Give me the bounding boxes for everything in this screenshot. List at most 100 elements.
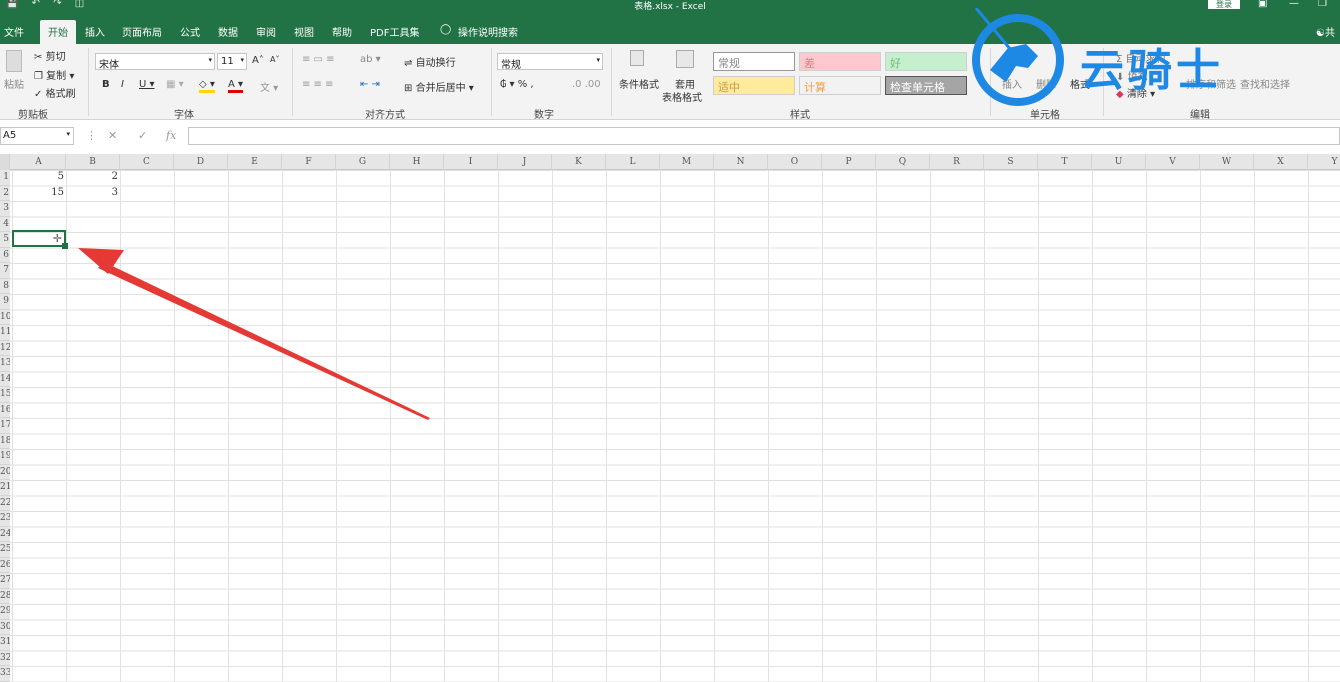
restore-icon[interactable]: ❐ [1318, 0, 1327, 9]
cell-B2[interactable]: 3 [66, 187, 118, 198]
column-header-x[interactable]: X [1254, 154, 1308, 170]
bold-button[interactable]: B [102, 79, 110, 90]
conditional-format-icon[interactable] [630, 50, 644, 66]
row-header-13[interactable]: 13 [0, 356, 10, 372]
cell-B1[interactable]: 2 [66, 171, 118, 182]
decimal-icon[interactable]: .0 .00 [572, 79, 601, 90]
font-color-icon[interactable]: A ▾ [228, 79, 244, 93]
select-all-corner[interactable] [0, 154, 10, 170]
row-header-32[interactable]: 32 [0, 650, 10, 666]
style-neutral[interactable]: 适中 [713, 76, 795, 95]
row-header-29[interactable]: 29 [0, 604, 10, 620]
row-header-4[interactable]: 4 [0, 216, 10, 232]
style-check-cell[interactable]: 检查单元格 [885, 76, 967, 95]
tab-page-layout[interactable]: 页面布局 [122, 24, 162, 39]
column-header-m[interactable]: M [660, 154, 714, 170]
format-as-table-label-2[interactable]: 表格格式 [662, 89, 702, 104]
row-header-17[interactable]: 17 [0, 418, 10, 434]
column-header-p[interactable]: P [822, 154, 876, 170]
format-painter-button[interactable]: ✓ 格式刷 [34, 85, 76, 100]
row-header-5[interactable]: 5 [0, 232, 10, 248]
border-icon[interactable]: ▦ ▾ [166, 79, 184, 90]
cancel-icon[interactable]: ✕ [108, 129, 117, 142]
column-header-j[interactable]: J [498, 154, 552, 170]
column-header-n[interactable]: N [714, 154, 768, 170]
style-calculation[interactable]: 计算 [799, 76, 881, 95]
cell-A1[interactable]: 5 [12, 171, 64, 182]
row-header-20[interactable]: 20 [0, 464, 10, 480]
font-name-select[interactable]: 宋体 ▾ [95, 53, 215, 71]
column-header-g[interactable]: G [336, 154, 390, 170]
align-top-icon[interactable]: ≡ ▭ ≡ [302, 54, 335, 65]
number-format-select[interactable]: 常规 ▾ [497, 53, 603, 71]
phonetic-icon[interactable]: 文 ▾ [260, 79, 278, 94]
column-header-l[interactable]: L [606, 154, 660, 170]
tab-file[interactable]: 文件 [4, 24, 24, 39]
row-header-1[interactable]: 1 [0, 170, 10, 186]
row-header-18[interactable]: 18 [0, 433, 10, 449]
tell-me-search[interactable]: 操作说明搜索 [458, 24, 518, 39]
fill-handle[interactable] [62, 243, 68, 249]
row-header-23[interactable]: 23 [0, 511, 10, 527]
orientation-icon[interactable]: ab ▾ [360, 54, 381, 65]
cut-button[interactable]: ✂ 剪切 [34, 48, 66, 63]
tab-formulas[interactable]: 公式 [180, 24, 200, 39]
row-header-2[interactable]: 2 [0, 185, 10, 201]
tab-insert[interactable]: 插入 [85, 24, 105, 39]
row-header-11[interactable]: 11 [0, 325, 10, 341]
column-header-b[interactable]: B [66, 154, 120, 170]
column-header-y[interactable]: Y [1308, 154, 1340, 170]
row-header-26[interactable]: 26 [0, 557, 10, 573]
column-header-c[interactable]: C [120, 154, 174, 170]
fill-color-icon[interactable]: ◇ ▾ [199, 79, 215, 93]
column-header-f[interactable]: F [282, 154, 336, 170]
column-header-s[interactable]: S [984, 154, 1038, 170]
tab-review[interactable]: 审阅 [256, 24, 276, 39]
row-header-22[interactable]: 22 [0, 495, 10, 511]
paste-button[interactable]: 粘贴 [4, 76, 24, 91]
copy-button[interactable]: ❐ 复制 ▾ [34, 67, 74, 82]
row-header-30[interactable]: 30 [0, 619, 10, 635]
row-header-12[interactable]: 12 [0, 340, 10, 356]
column-header-u[interactable]: U [1092, 154, 1146, 170]
cell-A2[interactable]: 15 [12, 187, 64, 198]
align-left-icon[interactable]: ≡ ≡ ≡ [302, 79, 334, 90]
row-header-3[interactable]: 3 [0, 201, 10, 217]
conditional-format-button[interactable]: 条件格式 [619, 76, 659, 91]
row-header-33[interactable]: 33 [0, 666, 10, 682]
indent-icon[interactable]: ⇤ ⇥ [360, 79, 380, 90]
tab-data[interactable]: 数据 [218, 24, 238, 39]
worksheet-grid[interactable]: ABCDEFGHIJKLMNOPQRSTUVWXY 12345678910111… [0, 154, 1340, 682]
column-header-i[interactable]: I [444, 154, 498, 170]
grow-font-icon[interactable]: A˄ [252, 55, 264, 66]
column-header-v[interactable]: V [1146, 154, 1200, 170]
row-header-16[interactable]: 16 [0, 402, 10, 418]
wrap-text-button[interactable]: ⇌ 自动换行 [404, 54, 456, 69]
column-header-w[interactable]: W [1200, 154, 1254, 170]
merge-center-button[interactable]: ⊞ 合并后居中 ▾ [404, 79, 474, 94]
column-header-e[interactable]: E [228, 154, 282, 170]
column-header-q[interactable]: Q [876, 154, 930, 170]
column-header-h[interactable]: H [390, 154, 444, 170]
enter-icon[interactable]: ✓ [138, 129, 147, 142]
column-header-k[interactable]: K [552, 154, 606, 170]
tab-help[interactable]: 帮助 [332, 24, 352, 39]
shrink-font-icon[interactable]: A˅ [270, 55, 279, 64]
tab-home[interactable]: 开始 [40, 20, 76, 44]
row-header-21[interactable]: 21 [0, 480, 10, 496]
column-header-o[interactable]: O [768, 154, 822, 170]
tab-view[interactable]: 视图 [294, 24, 314, 39]
name-box[interactable]: A5 ▾ [0, 127, 74, 145]
column-header-t[interactable]: T [1038, 154, 1092, 170]
table-format-icon[interactable] [676, 50, 694, 68]
currency-icon[interactable]: ₲ ▾ % , [500, 79, 534, 90]
row-header-19[interactable]: 19 [0, 449, 10, 465]
paste-icon[interactable] [6, 50, 22, 72]
style-good[interactable]: 好 [885, 52, 967, 71]
selected-cell-a5[interactable]: ✛ [12, 230, 68, 249]
share-button[interactable]: ☯共 [1316, 24, 1335, 39]
row-header-7[interactable]: 7 [0, 263, 10, 279]
row-header-14[interactable]: 14 [0, 371, 10, 387]
style-normal[interactable]: 常规 [713, 52, 795, 71]
row-header-10[interactable]: 10 [0, 309, 10, 325]
